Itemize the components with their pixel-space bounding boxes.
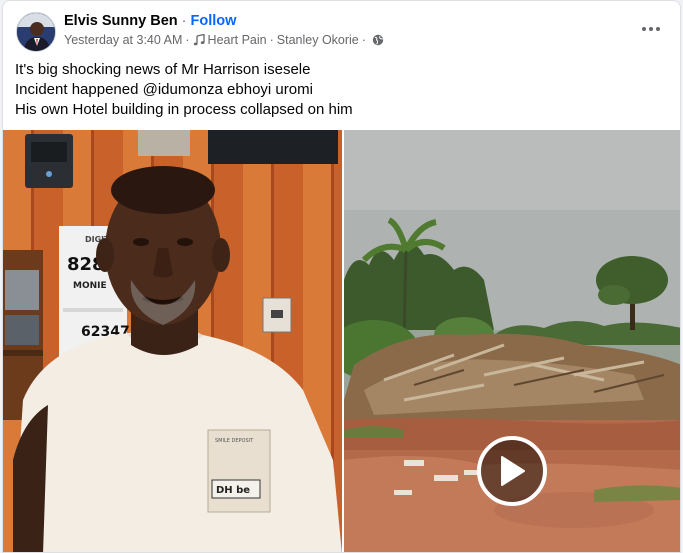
globe-icon[interactable]	[372, 34, 384, 46]
post-meta: Yesterday at 3:40 AM · Heart Pain · Stan…	[64, 32, 384, 48]
shirt-pocket-text: SMILE DEPOSIT	[215, 438, 254, 444]
post-text: It's big shocking news of Mr Harrison is…	[15, 60, 675, 120]
meta-separator: ·	[269, 33, 274, 47]
meta-separator: ·	[361, 33, 366, 47]
shirt-tag-text: DH be	[216, 485, 250, 496]
author-line: Elvis Sunny Ben · Follow	[64, 12, 236, 30]
follow-button[interactable]: Follow	[191, 13, 237, 29]
follow-separator: ·	[177, 13, 191, 29]
post-timestamp[interactable]: Yesterday at 3:40 AM	[64, 32, 182, 48]
music-artist[interactable]: Stanley Okorie	[277, 32, 359, 48]
author-name[interactable]: Elvis Sunny Ben	[64, 13, 178, 29]
play-button[interactable]	[477, 436, 547, 506]
meta-separator: ·	[185, 33, 190, 47]
avatar-photo	[17, 13, 55, 51]
post-text-line: Incident happened @idumonza ebhoyi uromi	[15, 81, 313, 98]
avatar[interactable]	[16, 12, 56, 52]
more-options-button[interactable]	[636, 17, 666, 41]
post-text-line: His own Hotel building in process collap…	[15, 101, 353, 118]
music-track[interactable]: Heart Pain	[208, 32, 267, 48]
post-header: Elvis Sunny Ben · Follow Yesterday at 3:…	[3, 1, 680, 57]
post-card: Elvis Sunny Ben · Follow Yesterday at 3:…	[2, 0, 681, 553]
post-media: DIGITAL W 828 MONIE 623475	[3, 130, 680, 552]
photo-man[interactable]: DIGITAL W 828 MONIE 623475	[3, 130, 342, 552]
music-note-icon	[193, 34, 205, 46]
play-icon	[501, 456, 525, 486]
post-text-line: It's big shocking news of Mr Harrison is…	[15, 61, 311, 78]
more-options-icon	[642, 27, 660, 31]
poster-word: MONIE	[73, 281, 107, 291]
